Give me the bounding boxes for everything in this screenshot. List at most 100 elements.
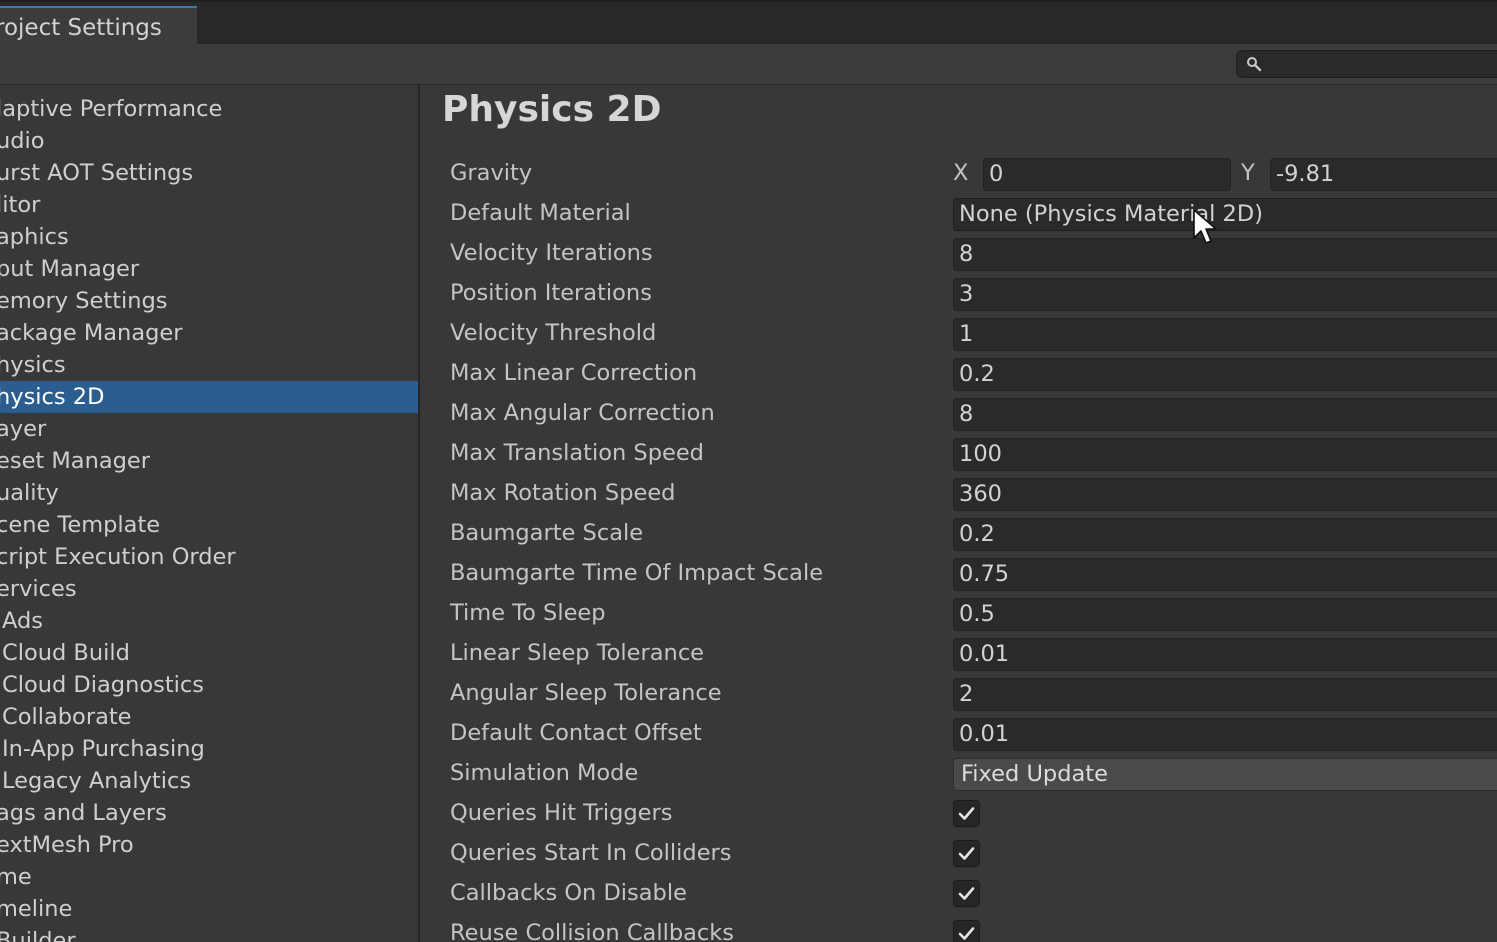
number-field-value: 0.2 <box>959 361 995 387</box>
checkbox-row: Queries Start In Colliders <box>422 835 1497 875</box>
gravity-row: Gravity X 0 Y -9.81 <box>422 155 1497 195</box>
tab-project-settings[interactable]: roject Settings <box>0 6 197 46</box>
number-field[interactable]: 0.75 <box>953 558 1497 591</box>
sidebar-item[interactable]: put Manager <box>0 253 418 285</box>
sidebar-item[interactable]: Legacy Analytics <box>0 765 418 797</box>
sidebar-item[interactable]: hysics 2D <box>0 381 418 413</box>
sidebar-item[interactable]: udio <box>0 125 418 157</box>
number-field-value: 0.75 <box>959 561 1010 587</box>
sidebar-item-label: eset Manager <box>0 448 151 474</box>
number-field[interactable]: 360 <box>953 478 1497 511</box>
sidebar-item[interactable]: ayer <box>0 413 418 445</box>
number-field[interactable]: 8 <box>953 398 1497 431</box>
gravity-label: Gravity <box>450 160 533 186</box>
physics-2d-panel: Physics 2D Gravity X 0 Y -9.81 Default M… <box>422 85 1497 942</box>
sidebar-item-label: ayer <box>0 416 47 442</box>
simulation-mode-dropdown[interactable]: Fixed Update <box>953 758 1497 791</box>
sidebar-item-label: me <box>0 864 32 890</box>
sidebar-item[interactable]: litor <box>0 189 418 221</box>
sidebar-item[interactable]: In-App Purchasing <box>0 733 418 765</box>
number-field-value: 0.01 <box>959 721 1010 747</box>
default-material-field[interactable]: None (Physics Material 2D) <box>953 198 1497 231</box>
number-field[interactable]: 100 <box>953 438 1497 471</box>
field-row: Angular Sleep Tolerance 2 <box>422 675 1497 715</box>
sidebar-item[interactable]: aphics <box>0 221 418 253</box>
field-label: Max Translation Speed <box>450 440 704 466</box>
number-field-value: 100 <box>959 441 1002 467</box>
checkbox[interactable] <box>953 800 980 827</box>
search-icon <box>1247 57 1262 72</box>
simulation-mode-row: Simulation Mode Fixed Update <box>422 755 1497 795</box>
field-label: Baumgarte Time Of Impact Scale <box>450 560 824 586</box>
sidebar-item-label: Cloud Build <box>2 640 130 666</box>
sidebar-item[interactable]: cene Template <box>0 509 418 541</box>
sidebar-item[interactable]: uality <box>0 477 418 509</box>
sidebar-item[interactable]: eset Manager <box>0 445 418 477</box>
sidebar-item[interactable]: hysics <box>0 349 418 381</box>
checkbox[interactable] <box>953 840 980 867</box>
sidebar-item[interactable]: ags and Layers <box>0 797 418 829</box>
number-field[interactable]: 1 <box>953 318 1497 351</box>
sidebar-item[interactable]: laptive Performance <box>0 93 418 125</box>
number-field[interactable]: 0.01 <box>953 638 1497 671</box>
number-field[interactable]: 0.5 <box>953 598 1497 631</box>
checkmark-icon <box>958 887 975 900</box>
sidebar-item-label: ervices <box>0 576 77 602</box>
checkbox-label: Queries Hit Triggers <box>450 800 673 826</box>
number-field-value: 2 <box>959 681 974 707</box>
field-label: Angular Sleep Tolerance <box>450 680 722 706</box>
number-field[interactable]: 2 <box>953 678 1497 711</box>
toolbar <box>0 44 1497 85</box>
checkbox[interactable] <box>953 880 980 907</box>
sidebar-item-label: hysics 2D <box>0 384 105 410</box>
default-material-label: Default Material <box>450 200 631 226</box>
field-label: Max Rotation Speed <box>450 480 676 506</box>
sidebar-item[interactable]: extMesh Pro <box>0 829 418 861</box>
sidebar-item[interactable]: Cloud Build <box>0 637 418 669</box>
sidebar-item-label: ackage Manager <box>0 320 183 346</box>
field-row: Position Iterations 3 <box>422 275 1497 315</box>
sidebar-item[interactable]: ervices <box>0 573 418 605</box>
sidebar-item[interactable]: ackage Manager <box>0 317 418 349</box>
sidebar-item[interactable]: meline <box>0 893 418 925</box>
number-field-value: 0.01 <box>959 641 1010 667</box>
sidebar-item-label: ags and Layers <box>0 800 167 826</box>
field-label: Time To Sleep <box>450 600 606 626</box>
page-title: Physics 2D <box>442 89 662 130</box>
sidebar-item[interactable]: me <box>0 861 418 893</box>
sidebar-item-label: emory Settings <box>0 288 168 314</box>
number-field[interactable]: 3 <box>953 278 1497 311</box>
checkbox[interactable] <box>953 920 980 942</box>
number-field-value: 0.2 <box>959 521 995 547</box>
field-row: Linear Sleep Tolerance 0.01 <box>422 635 1497 675</box>
gravity-x-field[interactable]: 0 <box>983 158 1231 191</box>
field-label: Max Linear Correction <box>450 360 698 386</box>
sidebar-item-label: udio <box>0 128 45 154</box>
sidebar-item-label: litor <box>0 192 41 218</box>
project-settings-window: roject Settings laptive Performance udio u… <box>0 0 1497 942</box>
sidebar-item[interactable]: urst AOT Settings <box>0 157 418 189</box>
number-field[interactable]: 8 <box>953 238 1497 271</box>
sidebar-item-label: cene Template <box>0 512 161 538</box>
gravity-y-field[interactable]: -9.81 <box>1270 158 1497 191</box>
field-row: Baumgarte Time Of Impact Scale 0.75 <box>422 555 1497 595</box>
number-field[interactable]: 0.2 <box>953 358 1497 391</box>
number-field[interactable]: 0.01 <box>953 718 1497 751</box>
sidebar-item[interactable]: emory Settings <box>0 285 418 317</box>
simulation-mode-value: Fixed Update <box>961 761 1108 787</box>
simulation-mode-label: Simulation Mode <box>450 760 639 786</box>
sidebar-item[interactable]: Ads <box>0 605 418 637</box>
field-row: Default Contact Offset 0.01 <box>422 715 1497 755</box>
default-material-row: Default Material None (Physics Material … <box>422 195 1497 235</box>
search-input[interactable] <box>1236 50 1497 78</box>
sidebar-item[interactable]: Collaborate <box>0 701 418 733</box>
checkmark-icon <box>958 927 975 940</box>
number-field[interactable]: 0.2 <box>953 518 1497 551</box>
sidebar-item[interactable]: Cloud Diagnostics <box>0 669 418 701</box>
number-field-value: 8 <box>959 401 974 427</box>
sidebar-item-label: put Manager <box>0 256 140 282</box>
sidebar-item[interactable]: Builder <box>0 925 418 942</box>
checkbox-row: Callbacks On Disable <box>422 875 1497 915</box>
sidebar-item[interactable]: cript Execution Order <box>0 541 418 573</box>
sidebar-item-label: cript Execution Order <box>0 544 236 570</box>
